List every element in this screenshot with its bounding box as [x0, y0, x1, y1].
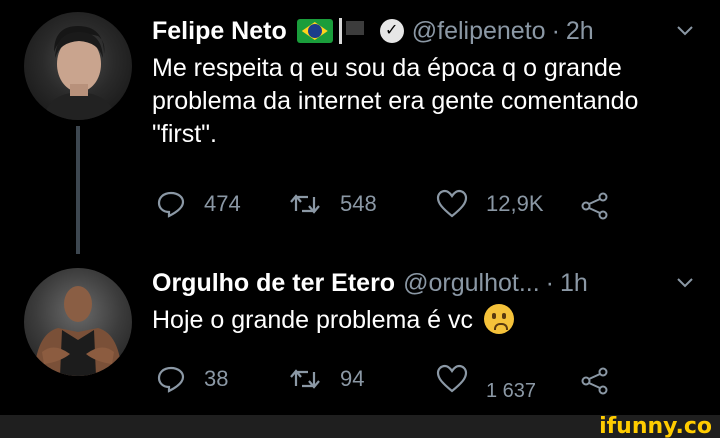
author-handle[interactable]: @felipeneto: [412, 16, 546, 46]
avatar-photo: [34, 286, 122, 376]
tweet-text: Me respeita q eu sou da época q o grande…: [152, 54, 639, 148]
reply-button[interactable]: 474: [156, 189, 241, 219]
avatar[interactable]: [24, 12, 132, 120]
share-icon: [581, 367, 608, 395]
like-count: 12,9K: [486, 191, 544, 216]
like-count: 1 637: [486, 379, 537, 402]
retweet-icon: [290, 369, 320, 389]
reply-button[interactable]: 38: [156, 364, 228, 394]
watermark-bar: ifunny.co: [0, 415, 720, 438]
reply-icon: [157, 366, 185, 393]
share-icon: [581, 192, 608, 220]
avatar[interactable]: [24, 268, 132, 376]
separator-dot: ·: [551, 17, 560, 45]
worried-face-emoji: [483, 304, 514, 334]
tweet-actions: 474 548 12,9K: [152, 185, 632, 225]
retweet-button[interactable]: 94: [288, 364, 364, 394]
brazil-flag-icon: [296, 19, 333, 43]
tweet-header: Orgulho de ter Etero @orgulhot... · 1h: [152, 268, 588, 298]
tweet-header: Felipe Neto ✓ @felipeneto · 2h: [152, 16, 594, 46]
tweet[interactable]: Felipe Neto ✓ @felipeneto · 2h Me respei…: [0, 0, 720, 254]
author-name[interactable]: Felipe Neto: [152, 16, 287, 46]
author-name[interactable]: Orgulho de ter Etero: [152, 268, 395, 298]
timestamp[interactable]: 1h: [560, 268, 588, 298]
tweet-actions: 38 94 1 637: [152, 360, 632, 402]
verified-icon: ✓: [379, 19, 404, 43]
avatar-photo: [44, 26, 116, 120]
retweet-icon: [290, 194, 320, 214]
ifunny-watermark: ifunny.co: [599, 414, 712, 438]
timestamp[interactable]: 2h: [566, 16, 594, 46]
share-button[interactable]: [580, 366, 610, 396]
retweet-count: 548: [340, 191, 377, 216]
like-icon: [436, 364, 468, 393]
share-button[interactable]: [580, 191, 610, 221]
retweet-button[interactable]: 548: [288, 189, 377, 219]
tweet-text: Hoje o grande problema é vc: [152, 306, 474, 334]
black-flag-icon: [345, 19, 372, 43]
chevron-down-icon[interactable]: [676, 274, 694, 292]
like-button[interactable]: 12,9K: [436, 189, 544, 219]
thread-line: [76, 126, 80, 254]
author-handle[interactable]: @orgulhot...: [403, 268, 540, 298]
like-icon: [436, 189, 468, 218]
like-button[interactable]: 1 637: [436, 364, 536, 402]
chevron-down-icon[interactable]: [676, 22, 694, 40]
separator-dot: ·: [545, 269, 554, 297]
reply-count: 38: [204, 366, 229, 391]
flag-divider: [338, 18, 342, 44]
tweet[interactable]: Orgulho de ter Etero @orgulhot... · 1h H…: [0, 250, 720, 415]
reply-count: 474: [204, 191, 241, 216]
reply-icon: [157, 191, 185, 218]
retweet-count: 94: [340, 366, 365, 391]
tweet-text-wrapper: Hoje o grande problema é vc: [152, 304, 672, 337]
